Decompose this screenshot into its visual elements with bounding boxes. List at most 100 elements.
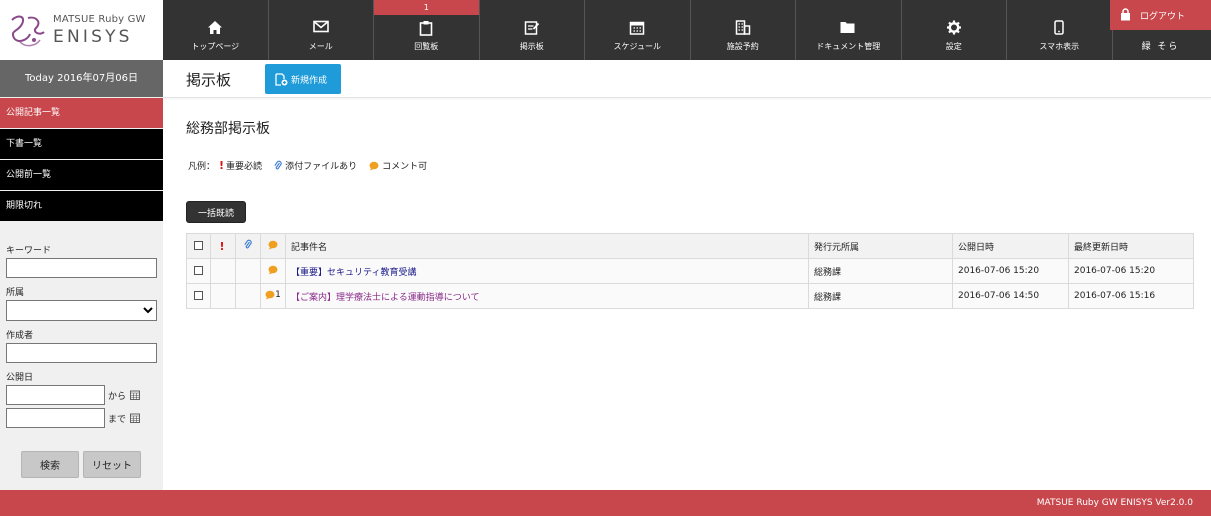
search-button[interactable]: 検索: [21, 451, 79, 478]
legend: 凡例： ! 重要必読 添付ファイルあり コメント可: [188, 159, 439, 172]
select-all-header: [186, 233, 211, 259]
nav-label: 施設予約: [726, 42, 759, 51]
attachment-cell: [235, 258, 261, 284]
gear-icon: [946, 20, 961, 35]
new-document-icon: [275, 73, 288, 86]
comment-bubble-icon: [369, 161, 379, 170]
clipboard-icon: [419, 21, 433, 36]
brand-name: ENISYS: [53, 27, 133, 47]
page-title: 掲示板: [186, 71, 232, 89]
folder-icon: [840, 22, 855, 33]
nav-item-circular[interactable]: 1 回覧板: [374, 0, 480, 60]
comment-cell: 1: [260, 283, 286, 309]
keyword-label: キーワード: [6, 246, 52, 256]
articles-table: ! 記事件名 発行元所属 公開日時 最終更新日時 【重要】セキュリティ教育受講 …: [186, 233, 1194, 309]
date-from-suffix: から: [108, 391, 127, 402]
table-row: 1 【ご案内】理学療法士による運動指導について 総務課 2016-07-06 1…: [186, 283, 1194, 309]
published-column-header[interactable]: 公開日時: [952, 233, 1069, 259]
nav-item-facility-booking[interactable]: 施設予約: [691, 0, 796, 60]
published-cell: 2016-07-06 15:20: [952, 258, 1069, 284]
keyword-input[interactable]: [6, 258, 157, 278]
row-checkbox[interactable]: [194, 291, 203, 300]
sidebar-item-scheduled[interactable]: 公開前一覧: [0, 160, 163, 190]
dept-cell: 総務課: [808, 258, 953, 284]
attachment-column-header: [235, 233, 261, 259]
row-select-cell: [186, 258, 211, 284]
new-article-button[interactable]: 新規作成: [265, 64, 341, 94]
comment-count: 1: [265, 290, 281, 300]
nav-label: ドキュメント管理: [816, 42, 881, 51]
user-area: ログアウト 緑 そら: [1110, 0, 1211, 60]
legend-important: ! 重要必読: [219, 159, 262, 172]
nav-item-bulletin-board[interactable]: 掲示板: [480, 0, 585, 60]
legend-comment: コメント可: [369, 159, 427, 172]
top-bar: MATSUE Ruby GW ENISYS トップページ メール 1 回覧板 掲…: [0, 0, 1211, 60]
main-nav: トップページ メール 1 回覧板 掲示板 スケジュール 施設予約 ドキュメント管…: [163, 0, 1113, 60]
table-row: 【重要】セキュリティ教育受講 総務課 2016-07-06 15:20 2016…: [186, 258, 1194, 284]
nav-item-mail[interactable]: メール: [269, 0, 374, 60]
author-input[interactable]: [6, 343, 157, 363]
bulletin-board-icon: [524, 21, 539, 35]
nav-item-document-management[interactable]: ドキュメント管理: [796, 0, 902, 60]
nav-label: 回覧板: [414, 42, 439, 51]
nav-label: 掲示板: [519, 42, 544, 51]
paperclip-icon: [244, 239, 252, 249]
calendar-icon: [630, 21, 645, 35]
date-to-suffix: まで: [108, 414, 127, 425]
table-header-row: ! 記事件名 発行元所属 公開日時 最終更新日時: [186, 233, 1194, 259]
comment-column-header: [260, 233, 286, 259]
search-form: キーワード 所属 作成者 公開日 から まで 検索 リセット: [0, 221, 163, 478]
sidebar-item-drafts[interactable]: 下書一覧: [0, 129, 163, 159]
article-link[interactable]: 【重要】セキュリティ教育受講: [291, 268, 416, 278]
updated-cell: 2016-07-06 15:16: [1068, 283, 1194, 309]
article-link[interactable]: 【ご案内】理学療法士による運動指導について: [291, 293, 479, 303]
calendar-picker-icon[interactable]: [130, 390, 140, 400]
sidebar-item-expired[interactable]: 期限切れ: [0, 191, 163, 221]
important-cell: [210, 258, 236, 284]
publish-date-label: 公開日: [6, 373, 34, 383]
comment-bubble-icon: [265, 290, 275, 299]
calendar-picker-icon[interactable]: [130, 413, 140, 423]
important-column-header: !: [210, 233, 236, 259]
legend-prefix: 凡例：: [188, 162, 216, 172]
new-article-label: 新規作成: [291, 76, 328, 86]
comment-count-value: 1: [275, 289, 281, 300]
sidebar-item-published-articles[interactable]: 公開記事一覧: [0, 98, 163, 128]
comment-cell: [260, 258, 286, 284]
nav-item-settings[interactable]: 設定: [902, 0, 1007, 60]
unread-badge: 1: [374, 0, 479, 15]
logout-label: ログアウト: [1140, 12, 1186, 22]
brand-logo[interactable]: MATSUE Ruby GW ENISYS: [0, 0, 163, 60]
important-icon: !: [219, 159, 225, 172]
board-title: 総務部掲示板: [186, 121, 270, 137]
dept-select[interactable]: [6, 300, 157, 321]
date-to-input[interactable]: [6, 408, 105, 428]
legend-attachment: 添付ファイルあり: [274, 159, 357, 172]
nav-item-smartphone-view[interactable]: スマホ表示: [1007, 0, 1113, 60]
logout-button[interactable]: ログアウト: [1110, 0, 1211, 30]
paperclip-icon: [274, 160, 282, 170]
nav-label: 設定: [945, 42, 962, 51]
updated-column-header[interactable]: 最終更新日時: [1068, 233, 1194, 259]
reset-button[interactable]: リセット: [83, 451, 141, 478]
smartphone-icon: [1054, 20, 1064, 35]
building-icon: [735, 20, 750, 35]
select-all-checkbox[interactable]: [194, 241, 203, 250]
row-checkbox[interactable]: [194, 266, 203, 275]
dept-column-header[interactable]: 発行元所属: [808, 233, 953, 259]
title-column-header[interactable]: 記事件名: [285, 233, 809, 259]
user-name: 緑 そら: [1141, 42, 1180, 52]
nav-item-top-page[interactable]: トップページ: [163, 0, 269, 60]
today-date: Today 2016年07月06日: [0, 60, 163, 97]
nav-item-schedule[interactable]: スケジュール: [585, 0, 691, 60]
bulk-mark-read-button[interactable]: 一括既読: [186, 201, 246, 223]
footer: MATSUE Ruby GW ENISYS Ver2.0.0: [0, 490, 1211, 516]
brand-mark-icon: [11, 15, 45, 47]
row-select-cell: [186, 283, 211, 309]
page-header: 掲示板 新規作成: [163, 60, 1211, 98]
date-from-input[interactable]: [6, 385, 105, 405]
important-icon: !: [219, 239, 225, 253]
date-to-row: まで: [6, 408, 157, 428]
title-cell: 【重要】セキュリティ教育受講: [285, 258, 809, 284]
dept-label: 所属: [6, 288, 25, 298]
